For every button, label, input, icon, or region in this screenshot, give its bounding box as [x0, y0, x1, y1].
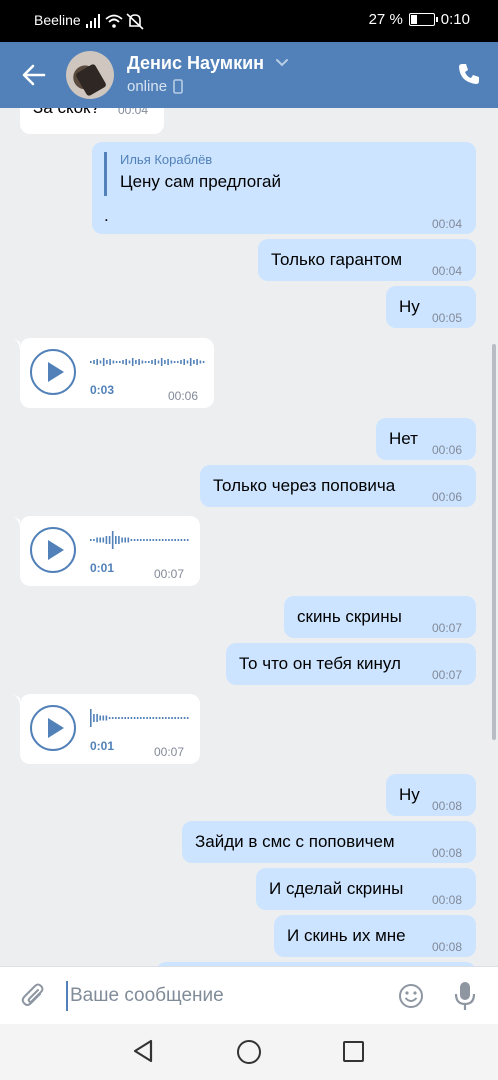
waveform [90, 358, 205, 366]
message-text: То что он тебя кинул [239, 654, 401, 673]
nav-home-icon[interactable] [237, 1040, 261, 1064]
online-status: online [127, 78, 168, 95]
reply-quote-bar [104, 152, 107, 196]
message-time: 00:04 [118, 108, 149, 117]
carrier-name: Beeline [34, 12, 81, 28]
attachment-icon[interactable] [20, 982, 48, 1010]
message-time: 00:06 [432, 443, 463, 457]
message-bubble-outgoing[interactable]: Только гарантом 00:04 [258, 239, 476, 281]
message-list[interactable]: За скок? 00:04 00:04 Илья Кораблёв Цену … [0, 108, 498, 966]
contact-name[interactable]: Денис Наумкин [127, 53, 264, 74]
message-time: 00:06 [168, 389, 199, 403]
waveform [90, 531, 189, 549]
avatar[interactable] [66, 51, 114, 99]
system-nav-bar [0, 1024, 498, 1080]
message-text: Ну [399, 785, 420, 804]
phone-icon[interactable] [456, 61, 482, 87]
message-time: 00:07 [154, 567, 185, 581]
voice-message-incoming[interactable]: 0:01 00:07 [20, 516, 200, 586]
message-bubble-outgoing[interactable]: Только через поповича 00:06 [200, 465, 476, 507]
message-time: 00:07 [432, 668, 463, 682]
voice-message-incoming[interactable]: 0:01 00:07 [20, 694, 200, 764]
play-icon[interactable] [30, 349, 76, 395]
message-text: Зайди в смс с поповичем [195, 832, 395, 851]
message-bubble-incoming[interactable]: За скок? 00:04 [20, 108, 164, 134]
waveform [90, 709, 189, 727]
message-input[interactable] [66, 981, 376, 1011]
reply-author: Илья Кораблёв [120, 152, 213, 167]
message-text: За скок? [33, 108, 100, 118]
voice-duration: 0:01 [90, 739, 115, 753]
microphone-icon[interactable] [452, 980, 478, 1012]
status-bar: Beeline 27 % 0:10 [0, 0, 498, 42]
play-icon[interactable] [30, 705, 76, 751]
battery-icon [408, 13, 438, 26]
voice-duration: 0:01 [90, 561, 115, 575]
message-bubble-outgoing[interactable]: То что он тебя кинул 00:07 [226, 643, 476, 685]
message-text: Только гарантом [271, 250, 403, 269]
message-text: И сделай скрины [269, 879, 404, 898]
message-time: 00:08 [432, 893, 463, 907]
message-bubble-outgoing[interactable]: И скинь их мне 00:08 [274, 915, 476, 957]
message-time: 00:05 [432, 311, 463, 325]
message-time: 00:08 [432, 846, 463, 860]
message-bubble-outgoing[interactable]: Ну 00:05 [386, 286, 476, 328]
message-text: Нет [389, 429, 418, 448]
message-bubble-outgoing[interactable]: Зайди в смс с поповичем 00:08 [182, 821, 476, 863]
message-composer [0, 966, 498, 1024]
emoji-icon[interactable] [398, 983, 424, 1009]
nav-back-icon[interactable] [131, 1038, 155, 1064]
voice-duration: 0:03 [90, 383, 115, 397]
mobile-icon [173, 79, 183, 94]
reply-text: Цену сам предлогай [120, 172, 282, 191]
message-time: 00:07 [432, 621, 463, 635]
back-arrow-icon[interactable] [18, 59, 50, 91]
message-time: 00:04 [432, 264, 463, 278]
message-bubble-outgoing[interactable]: И сделай скрины 00:08 [256, 868, 476, 910]
signal-wifi-mute-icons [86, 13, 144, 30]
battery-percent: 27 % [368, 11, 403, 28]
clock: 0:10 [440, 11, 470, 28]
message-time: 00:08 [432, 799, 463, 813]
scrollbar[interactable] [492, 344, 496, 740]
message-text: . [104, 206, 109, 225]
voice-message-incoming[interactable]: 0:03 00:06 [20, 338, 214, 408]
message-text: Ну [399, 297, 420, 316]
chevron-down-icon[interactable] [274, 54, 290, 70]
message-bubble-outgoing[interactable]: скинь скрины 00:07 [284, 596, 476, 638]
message-time: 00:06 [432, 490, 463, 504]
play-icon[interactable] [30, 527, 76, 573]
message-time: 00:08 [432, 940, 463, 954]
nav-recents-icon[interactable] [343, 1041, 364, 1062]
message-bubble-outgoing[interactable]: Нет 00:06 [376, 418, 476, 460]
chat-header: Денис Наумкин online [0, 42, 498, 108]
message-bubble-outgoing[interactable]: Ну 00:08 [386, 774, 476, 816]
message-text: Только через поповича [213, 476, 396, 495]
message-text: скинь скрины [297, 607, 402, 626]
message-time: 00:04 [432, 217, 463, 231]
message-time: 00:07 [154, 745, 185, 759]
message-text: И скинь их мне [287, 926, 406, 945]
